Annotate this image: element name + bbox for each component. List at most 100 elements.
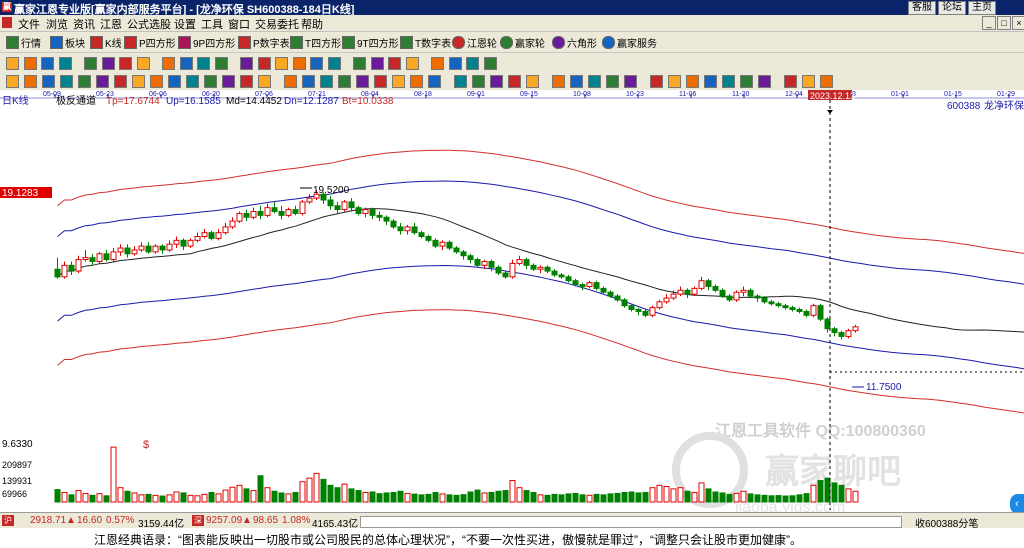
tb3-tool-icon[interactable] — [668, 75, 681, 88]
sz-index[interactable]: 9257.09 — [206, 515, 242, 526]
tb3-tool-icon[interactable] — [240, 75, 253, 88]
forum-link[interactable]: 论坛 — [938, 1, 966, 15]
menu-file[interactable]: 文件 — [18, 16, 40, 32]
tb3-tool-icon[interactable] — [60, 75, 73, 88]
tb3-tool-icon[interactable] — [186, 75, 199, 88]
kline-chart[interactable]: 05-09 05-23 06-06 06-20 07-06 07-21 08-04 08-18… — [0, 90, 1024, 512]
quote-button[interactable]: 行情 — [6, 35, 41, 50]
tb3-tool-icon[interactable] — [454, 75, 467, 88]
home-link[interactable]: 主页 — [968, 1, 996, 15]
tb3-tool-icon[interactable] — [356, 75, 369, 88]
tb3-tool-icon[interactable] — [284, 75, 297, 88]
tb3-tool-icon[interactable] — [24, 75, 37, 88]
tb2-tool-icon[interactable] — [162, 57, 175, 70]
menu-window[interactable]: 窗口 — [228, 16, 250, 32]
tb2-tool-icon[interactable] — [466, 57, 479, 70]
tb2-tool-icon[interactable] — [84, 57, 97, 70]
tb2-tool-icon[interactable] — [6, 57, 19, 70]
chart-panel[interactable]: 05-09 05-23 06-06 06-20 07-06 07-21 08-04 08-18… — [0, 90, 1024, 512]
tb3-tool-icon[interactable] — [428, 75, 441, 88]
tb3-tool-icon[interactable] — [758, 75, 771, 88]
tb3-tool-icon[interactable] — [472, 75, 485, 88]
tb3-tool-icon[interactable] — [114, 75, 127, 88]
menu-info[interactable]: 资讯 — [73, 16, 95, 32]
tb3-tool-icon[interactable] — [392, 75, 405, 88]
menu-formula[interactable]: 公式选股 — [127, 16, 171, 32]
menu-help[interactable]: 帮助 — [301, 16, 323, 32]
maximize-button[interactable]: □ — [997, 16, 1011, 30]
tb2-tool-icon[interactable] — [292, 57, 306, 70]
tb3-tool-icon[interactable] — [42, 75, 55, 88]
tb2-tool-icon[interactable] — [23, 57, 37, 70]
tb3-tool-icon[interactable] — [132, 75, 145, 88]
side-expand-button[interactable]: ‹ — [1010, 494, 1024, 512]
9t-square-button[interactable]: 9T四方形 — [342, 35, 399, 50]
winner-wheel-button[interactable]: 赢家轮 — [500, 35, 545, 50]
tb2-tool-icon[interactable] — [388, 57, 401, 70]
tb3-tool-icon[interactable] — [704, 75, 717, 88]
minimize-button[interactable]: _ — [982, 16, 996, 30]
tb3-tool-icon[interactable] — [302, 75, 315, 88]
tb3-tool-icon[interactable] — [96, 75, 109, 88]
tb2-tool-icon[interactable] — [136, 57, 150, 70]
tb3-tool-icon[interactable] — [820, 75, 833, 88]
tb3-tool-icon[interactable] — [222, 75, 235, 88]
menu-tools[interactable]: 工具 — [201, 16, 223, 32]
tb3-tool-icon[interactable] — [606, 75, 619, 88]
tb3-tool-icon[interactable] — [204, 75, 217, 88]
hexagon-button[interactable]: 六角形 — [552, 35, 597, 50]
tb2-tool-icon[interactable] — [483, 57, 497, 70]
tb3-tool-icon[interactable] — [650, 75, 663, 88]
tb3-tool-icon[interactable] — [552, 75, 565, 88]
p-square-button[interactable]: P四方形 — [124, 35, 176, 50]
tb2-tool-icon[interactable] — [197, 57, 210, 70]
tb2-tool-icon[interactable] — [353, 57, 366, 70]
horizontal-scrollbar[interactable] — [360, 516, 902, 528]
9p-square-button[interactable]: 9P四方形 — [178, 35, 235, 50]
tb3-tool-icon[interactable] — [802, 75, 815, 88]
tb3-tool-icon[interactable] — [6, 75, 19, 88]
tb2-tool-icon[interactable] — [370, 57, 384, 70]
tb3-tool-icon[interactable] — [784, 75, 797, 88]
tb3-tool-icon[interactable] — [722, 75, 735, 88]
menu-app-icon[interactable] — [2, 17, 12, 28]
tb3-tool-icon[interactable] — [150, 75, 163, 88]
p-number-button[interactable]: P数字表 — [238, 35, 290, 50]
tb3-tool-icon[interactable] — [526, 75, 539, 88]
tb3-tool-icon[interactable] — [410, 75, 423, 88]
sh-index[interactable]: 2918.71 — [30, 515, 66, 526]
tb3-tool-icon[interactable] — [740, 75, 753, 88]
service-link[interactable]: 客服 — [908, 1, 936, 15]
menu-browse[interactable]: 浏览 — [46, 16, 68, 32]
gann-wheel-button[interactable]: 江恩轮 — [452, 35, 497, 50]
tb2-tool-icon[interactable] — [41, 57, 54, 70]
tb3-tool-icon[interactable] — [320, 75, 333, 88]
tb2-tool-icon[interactable] — [214, 57, 228, 70]
tb3-tool-icon[interactable] — [78, 75, 91, 88]
close-button[interactable]: × — [1012, 16, 1024, 30]
tb3-tool-icon[interactable] — [508, 75, 521, 88]
tb2-tool-icon[interactable] — [101, 57, 115, 70]
kline-button[interactable]: K线 — [90, 35, 122, 50]
tb2-tool-icon[interactable] — [240, 57, 253, 70]
tb3-tool-icon[interactable] — [490, 75, 503, 88]
menu-settings[interactable]: 设置 — [174, 16, 196, 32]
tb2-tool-icon[interactable] — [448, 57, 462, 70]
tb3-tool-icon[interactable] — [686, 75, 699, 88]
tb3-tool-icon[interactable] — [168, 75, 181, 88]
tb3-tool-icon[interactable] — [570, 75, 583, 88]
tb2-tool-icon[interactable] — [310, 57, 323, 70]
tb2-tool-icon[interactable] — [119, 57, 132, 70]
sector-button[interactable]: 板块 — [50, 35, 85, 50]
tb3-tool-icon[interactable] — [258, 75, 271, 88]
menu-gann[interactable]: 江恩 — [100, 16, 122, 32]
t-number-button[interactable]: T数字表 — [400, 35, 451, 50]
tb2-tool-icon[interactable] — [327, 57, 341, 70]
t-square-button[interactable]: T四方形 — [290, 35, 341, 50]
tb3-tool-icon[interactable] — [588, 75, 601, 88]
tb3-tool-icon[interactable] — [338, 75, 351, 88]
tb2-tool-icon[interactable] — [257, 57, 271, 70]
menu-trade[interactable]: 交易委托 — [255, 16, 299, 32]
tb2-tool-icon[interactable] — [179, 57, 193, 70]
tb3-tool-icon[interactable] — [624, 75, 637, 88]
